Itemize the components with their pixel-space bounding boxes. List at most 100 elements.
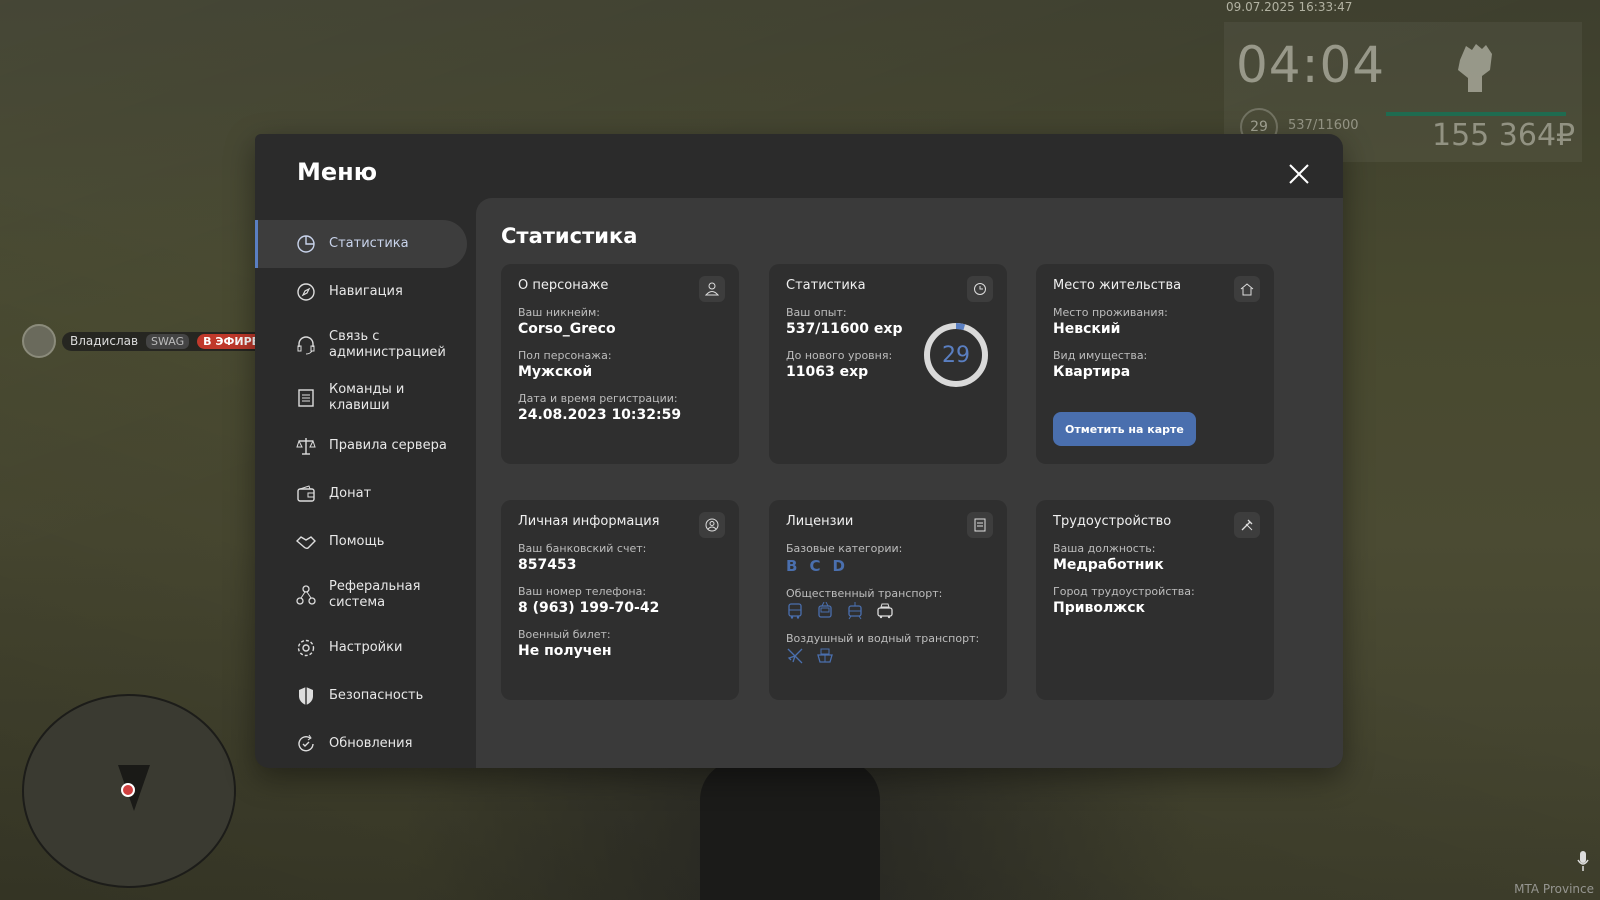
tools-icon — [1234, 512, 1260, 538]
sidebar-item-settings[interactable]: Настройки — [255, 624, 467, 672]
card-licenses: Лицензии Базовые категории: BCD Обществе… — [769, 500, 1007, 700]
plane-icon — [787, 648, 803, 664]
air-water-transport-icons — [786, 647, 996, 665]
sidebar-item-rules[interactable]: Правила сервера — [255, 422, 467, 470]
user-circle-icon — [699, 512, 725, 538]
basic-categories-label: Базовые категории: — [786, 542, 903, 555]
card-residence: Место жительства Место проживания: Невск… — [1036, 264, 1274, 464]
tram-icon — [848, 602, 862, 620]
content-title: Статистика — [501, 224, 638, 248]
sidebar-item-donate[interactable]: Донат — [255, 470, 467, 518]
wallet-icon — [297, 485, 315, 502]
sidebar-item-updates[interactable]: Обновления — [255, 720, 467, 768]
sidebar-item-help[interactable]: Помощь — [255, 518, 467, 566]
license-category: C — [809, 557, 823, 575]
card-title: Трудоустройство — [1053, 514, 1172, 529]
sidebar-item-label: Реферальная система — [329, 579, 421, 610]
trolleybus-icon — [818, 602, 832, 618]
sidebar-item-referral[interactable]: Реферальная система — [255, 566, 467, 624]
phone-label: Ваш номер телефона: — [518, 585, 647, 598]
job-value: Медработник — [1053, 557, 1164, 573]
sidebar-item-security[interactable]: Безопасность — [255, 672, 467, 720]
person-icon — [699, 276, 725, 302]
registration-label: Дата и время регистрации: — [518, 392, 678, 405]
hud-money: 155 364₽ — [1432, 118, 1576, 153]
document-icon — [967, 512, 993, 538]
card-personal-info: Личная информация Ваш банковский счет: 8… — [501, 500, 739, 700]
shield-icon — [299, 687, 313, 705]
microphone-icon — [1577, 851, 1589, 871]
bank-value: 857453 — [518, 557, 577, 573]
mark-on-map-button[interactable]: Отметить на карте — [1053, 412, 1196, 446]
phone-value: 8 (963) 199-70-42 — [518, 600, 660, 616]
card-title: Место жительства — [1053, 278, 1182, 293]
menu-title: Меню — [297, 158, 378, 186]
list-icon — [298, 389, 314, 407]
card-statistics: Статистика Ваш опыт: 537/11600 exp До но… — [769, 264, 1007, 464]
public-transport-icons — [786, 602, 996, 620]
card-employment: Трудоустройство Ваша должность: Медработ… — [1036, 500, 1274, 700]
property-type-value: Квартира — [1053, 364, 1131, 380]
public-transport-label: Общественный транспорт: — [786, 587, 943, 600]
sidebar-item-label: Безопасность — [329, 688, 424, 703]
pie-chart-icon — [297, 235, 315, 253]
house-icon — [1234, 276, 1260, 302]
military-label: Военный билет: — [518, 628, 611, 641]
sidebar-item-navigation[interactable]: Навигация — [255, 268, 467, 316]
hud-exp: 537/11600 — [1288, 118, 1359, 133]
sidebar-item-commands[interactable]: Команды и клавиши — [255, 374, 467, 422]
minimap-player-marker — [121, 783, 135, 797]
handshake-icon — [295, 536, 316, 550]
sidebar-item-label: Навигация — [329, 284, 403, 299]
sidebar-nav: Статистика Навигация Связь с администрац… — [255, 220, 467, 768]
job-city-value: Приволжск — [1053, 600, 1146, 616]
sidebar-item-contact-admin[interactable]: Связь с администрацией — [255, 316, 467, 374]
sidebar-item-label: Обновления — [329, 736, 413, 751]
sidebar-item-label: Статистика — [329, 236, 409, 251]
property-type-label: Вид имущества: — [1053, 349, 1148, 362]
taxi-icon — [877, 603, 893, 619]
license-category: B — [786, 557, 800, 575]
timer-icon — [967, 276, 993, 302]
boat-icon — [817, 648, 833, 663]
clan-tag: SWAG — [146, 333, 190, 349]
gender-value: Мужской — [518, 364, 593, 380]
close-icon[interactable] — [1287, 162, 1311, 186]
player-name-plate: Владислав SWAG В ЭФИРЕ — [62, 331, 274, 351]
nickname-label: Ваш никнейм: — [518, 306, 600, 319]
avatar — [22, 324, 56, 358]
sidebar-item-label: Команды и клавиши — [329, 382, 405, 413]
hud-health-bar — [1386, 112, 1566, 116]
fist-icon — [1458, 44, 1492, 92]
registration-value: 24.08.2023 10:32:59 — [518, 407, 682, 423]
level-number: 29 — [942, 342, 970, 368]
server-label: MTA Province — [1514, 882, 1594, 896]
air-water-transport-label: Воздушный и водный транспорт: — [786, 632, 980, 645]
sidebar-item-label: Правила сервера — [329, 438, 447, 453]
job-label: Ваша должность: — [1053, 542, 1156, 555]
card-character: О персонаже Ваш никнейм: Corso_Greco Пол… — [501, 264, 739, 464]
content-panel: Статистика О персонаже Ваш никнейм: Cors… — [476, 198, 1343, 768]
basic-categories: BCD — [786, 557, 996, 575]
nickname-value: Corso_Greco — [518, 321, 616, 337]
hud-datetime: 09.07.2025 16:33:47 — [1226, 0, 1353, 14]
card-title: Статистика — [786, 278, 866, 293]
hud-time: 04:04 — [1236, 36, 1386, 94]
player-name: Владислав — [70, 334, 139, 348]
gear-icon — [297, 639, 315, 657]
player-character-silhouette — [700, 760, 880, 900]
sidebar-item-label: Связь с администрацией — [329, 329, 446, 360]
bus-icon — [788, 603, 802, 619]
card-title: Личная информация — [518, 514, 660, 529]
exp-label: Ваш опыт: — [786, 306, 847, 319]
sidebar-item-statistics[interactable]: Статистика — [255, 220, 467, 268]
scales-icon — [296, 438, 316, 455]
headset-icon — [297, 336, 315, 355]
sidebar-item-label: Настройки — [329, 640, 403, 655]
gender-label: Пол персонажа: — [518, 349, 612, 362]
refresh-check-icon — [298, 734, 314, 752]
military-value: Не получен — [518, 643, 612, 659]
card-title: Лицензии — [786, 514, 854, 529]
referral-icon — [296, 585, 316, 605]
residence-place-label: Место проживания: — [1053, 306, 1168, 319]
